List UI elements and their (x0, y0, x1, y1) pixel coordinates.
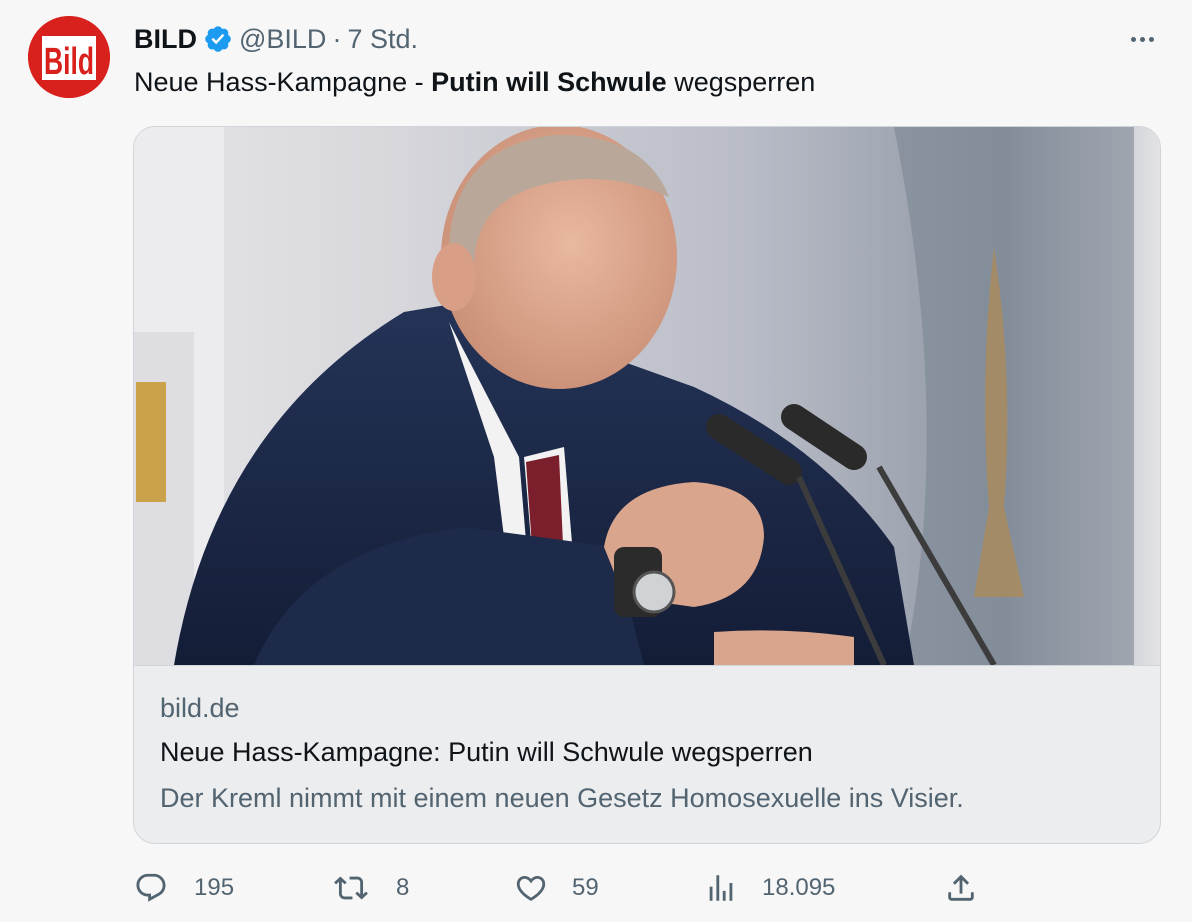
tweet-text-part: wegsperren (666, 67, 816, 97)
author-handle[interactable]: @BILD (239, 24, 326, 55)
card-domain: bild.de (160, 693, 240, 723)
avatar[interactable]: Bild (28, 16, 110, 98)
retweet-icon (334, 871, 368, 905)
tweet-text: Neue Hass-Kampagne - Putin will Schwule … (134, 64, 815, 100)
tweet-text-bold: Putin will Schwule (431, 67, 667, 97)
reply-count: 195 (194, 874, 235, 901)
bild-logo: Bild (28, 16, 110, 98)
card-image (134, 127, 1160, 666)
svg-text:Bild: Bild (44, 41, 94, 83)
views-count: 18.095 (762, 874, 836, 901)
link-card[interactable]: bild.de Neue Hass-Kampagne: Putin will S… (133, 126, 1161, 844)
tweet-header: BILD @BILD · 7 Std. (134, 22, 418, 56)
like-button[interactable]: 59 (514, 862, 599, 914)
reply-button[interactable]: 195 (134, 862, 234, 914)
retweet-count: 8 (396, 874, 410, 901)
separator-dot: · (332, 23, 342, 54)
share-icon (944, 871, 978, 905)
share-button[interactable] (944, 862, 978, 914)
action-bar: 195 8 59 18.095 (0, 862, 1192, 914)
more-options-icon[interactable] (1122, 22, 1162, 56)
like-count: 59 (572, 874, 599, 901)
reply-icon (134, 871, 168, 905)
author-name[interactable]: BILD (134, 24, 197, 55)
views-button[interactable]: 18.095 (704, 862, 835, 914)
tweet-text-part: Neue Hass-Kampagne - (134, 67, 432, 97)
heart-icon (514, 871, 548, 905)
verified-badge-icon (203, 24, 233, 54)
card-title: Neue Hass-Kampagne: Putin will Schwule w… (160, 737, 813, 767)
views-icon (704, 871, 738, 905)
retweet-button[interactable]: 8 (334, 862, 409, 914)
tweet-timestamp[interactable]: 7 Std. (347, 24, 418, 55)
card-description: Der Kreml nimmt mit einem neuen Gesetz H… (160, 783, 964, 813)
